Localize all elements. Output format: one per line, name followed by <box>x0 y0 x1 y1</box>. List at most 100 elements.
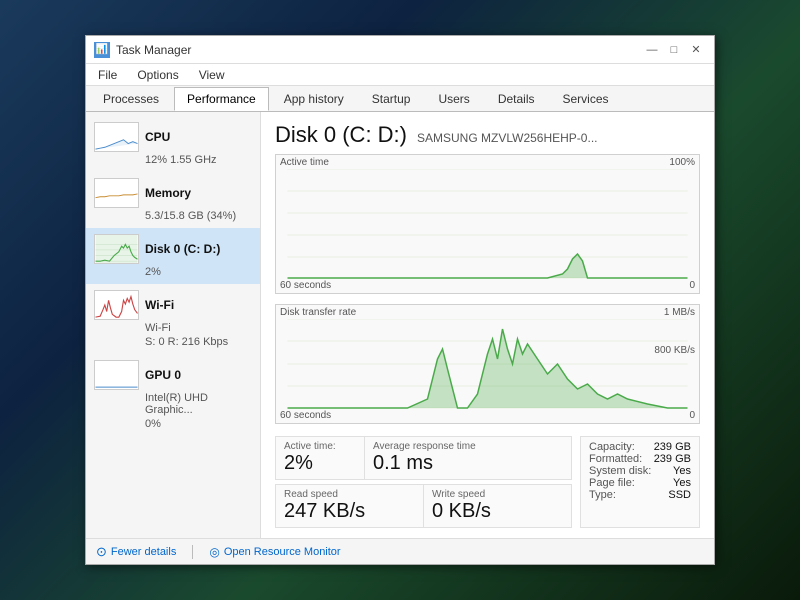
footer-divider <box>192 545 193 559</box>
chart1-top-right: 100% <box>669 157 695 168</box>
avg-response-value: 0.1 ms <box>373 452 563 475</box>
memory-label: Memory <box>145 186 191 200</box>
tab-services[interactable]: Services <box>550 87 622 111</box>
avg-response-label: Average response time <box>373 441 563 452</box>
active-time-value: 2% <box>284 452 356 475</box>
tabs-bar: Processes Performance App history Startu… <box>86 86 714 112</box>
sidebar-item-disk-header: Disk 0 (C: D:) <box>94 234 252 264</box>
open-resource-monitor-link[interactable]: ◎ Open Resource Monitor <box>209 545 340 559</box>
app-icon: 📊 <box>94 42 110 58</box>
sidebar-item-disk0[interactable]: Disk 0 (C: D:) 2% <box>86 228 260 284</box>
page-file-label: Page file: <box>589 477 635 489</box>
gpu-label: GPU 0 <box>145 368 181 382</box>
formatted-row: Formatted: 239 GB <box>589 453 691 465</box>
chart1-bottom-right: 0 <box>689 280 695 291</box>
page-file-value: Yes <box>673 477 691 489</box>
menu-view[interactable]: View <box>191 66 233 84</box>
sidebar-item-memory-header: Memory <box>94 178 252 208</box>
sidebar-item-wifi[interactable]: Wi-Fi Wi-Fi S: 0 R: 216 Kbps <box>86 284 260 354</box>
tab-performance[interactable]: Performance <box>174 87 269 111</box>
chart2-label: Disk transfer rate <box>280 307 695 318</box>
sidebar-item-gpu-header: GPU 0 <box>94 360 252 390</box>
wifi-sub2: S: 0 R: 216 Kbps <box>94 336 252 348</box>
write-speed-stat: Write speed 0 KB/s <box>424 484 572 528</box>
gpu-sub2: 0% <box>94 418 252 430</box>
wifi-label: Wi-Fi <box>145 298 174 312</box>
window-controls: — □ ✕ <box>642 41 706 59</box>
disk-model: SAMSUNG MZVLW256HEHP-0... <box>417 131 597 145</box>
system-disk-value: Yes <box>673 465 691 477</box>
stats-bottom: Active time: 2% Average response time 0.… <box>275 436 700 528</box>
wifi-thumbnail <box>94 290 139 320</box>
transfer-rate-chart: Disk transfer rate 1 MB/s 800 KB/s 60 se… <box>275 304 700 424</box>
capacity-value: 239 GB <box>654 441 691 453</box>
chart1-label: Active time <box>280 157 695 168</box>
task-manager-window: 📊 Task Manager — □ ✕ File Options View P… <box>85 35 715 565</box>
sidebar-item-memory[interactable]: Memory 5.3/15.8 GB (34%) <box>86 172 260 228</box>
sidebar-item-cpu[interactable]: CPU 12% 1.55 GHz <box>86 116 260 172</box>
tab-processes[interactable]: Processes <box>90 87 172 111</box>
chart2-bottom-right: 0 <box>689 410 695 421</box>
memory-thumbnail <box>94 178 139 208</box>
main-panel: Disk 0 (C: D:) SAMSUNG MZVLW256HEHP-0...… <box>261 112 714 538</box>
chart-section: Active time 100% 60 seconds 0 <box>275 154 700 428</box>
window-title: Task Manager <box>116 43 191 57</box>
main-title-row: Disk 0 (C: D:) SAMSUNG MZVLW256HEHP-0... <box>275 122 700 148</box>
avg-response-stat: Average response time 0.1 ms <box>365 436 572 480</box>
monitor-icon: ◎ <box>209 545 219 559</box>
chart1-svg <box>280 169 695 279</box>
menu-options[interactable]: Options <box>129 66 186 84</box>
right-stats-box: Capacity: 239 GB Formatted: 239 GB Syste… <box>580 436 700 528</box>
footer-bar: ⊙ Fewer details ◎ Open Resource Monitor <box>86 538 714 564</box>
type-value: SSD <box>668 489 691 501</box>
menu-bar: File Options View <box>86 64 714 86</box>
chart1-bottom-left: 60 seconds <box>280 280 331 291</box>
menu-file[interactable]: File <box>90 66 125 84</box>
read-speed-value: 247 KB/s <box>284 500 415 523</box>
chart2-mid-right: 800 KB/s <box>654 345 695 356</box>
disk-label: Disk 0 (C: D:) <box>145 242 220 256</box>
disk-title: Disk 0 (C: D:) <box>275 122 407 148</box>
title-bar: 📊 Task Manager — □ ✕ <box>86 36 714 64</box>
system-disk-row: System disk: Yes <box>589 465 691 477</box>
fewer-details-link[interactable]: ⊙ Fewer details <box>96 544 176 560</box>
chevron-up-icon: ⊙ <box>96 544 107 560</box>
sidebar-item-cpu-header: CPU <box>94 122 252 152</box>
fewer-details-label: Fewer details <box>111 546 176 558</box>
type-label: Type: <box>589 489 616 501</box>
tab-app-history[interactable]: App history <box>271 87 357 111</box>
active-time-stat: Active time: 2% <box>275 436 365 480</box>
open-resource-monitor-label: Open Resource Monitor <box>224 546 341 558</box>
minimize-button[interactable]: — <box>642 41 662 59</box>
tab-startup[interactable]: Startup <box>359 87 424 111</box>
wifi-sub1: Wi-Fi <box>94 322 252 334</box>
type-row: Type: SSD <box>589 489 691 501</box>
disk-sub: 2% <box>94 266 252 278</box>
write-speed-value: 0 KB/s <box>432 500 563 523</box>
cpu-sub: 12% 1.55 GHz <box>94 154 252 166</box>
cpu-thumbnail <box>94 122 139 152</box>
chart2-top-right: 1 MB/s <box>664 307 695 318</box>
tab-details[interactable]: Details <box>485 87 548 111</box>
write-speed-label: Write speed <box>432 489 563 500</box>
capacity-row: Capacity: 239 GB <box>589 441 691 453</box>
capacity-label: Capacity: <box>589 441 635 453</box>
disk-thumbnail <box>94 234 139 264</box>
close-button[interactable]: ✕ <box>686 41 706 59</box>
cpu-label: CPU <box>145 130 170 144</box>
active-time-chart: Active time 100% 60 seconds 0 <box>275 154 700 294</box>
sidebar: CPU 12% 1.55 GHz Memory 5.3/15.8 GB (34%… <box>86 112 261 538</box>
chart2-svg <box>280 319 695 409</box>
sidebar-item-gpu0[interactable]: GPU 0 Intel(R) UHD Graphic... 0% <box>86 354 260 436</box>
system-disk-label: System disk: <box>589 465 651 477</box>
active-time-label: Active time: <box>284 441 356 452</box>
tab-users[interactable]: Users <box>425 87 482 111</box>
page-file-row: Page file: Yes <box>589 477 691 489</box>
maximize-button[interactable]: □ <box>664 41 684 59</box>
formatted-label: Formatted: <box>589 453 642 465</box>
memory-sub: 5.3/15.8 GB (34%) <box>94 210 252 222</box>
gpu-sub: Intel(R) UHD Graphic... <box>94 392 252 416</box>
formatted-value: 239 GB <box>654 453 691 465</box>
chart2-bottom-left: 60 seconds <box>280 410 331 421</box>
read-speed-stat: Read speed 247 KB/s <box>275 484 424 528</box>
